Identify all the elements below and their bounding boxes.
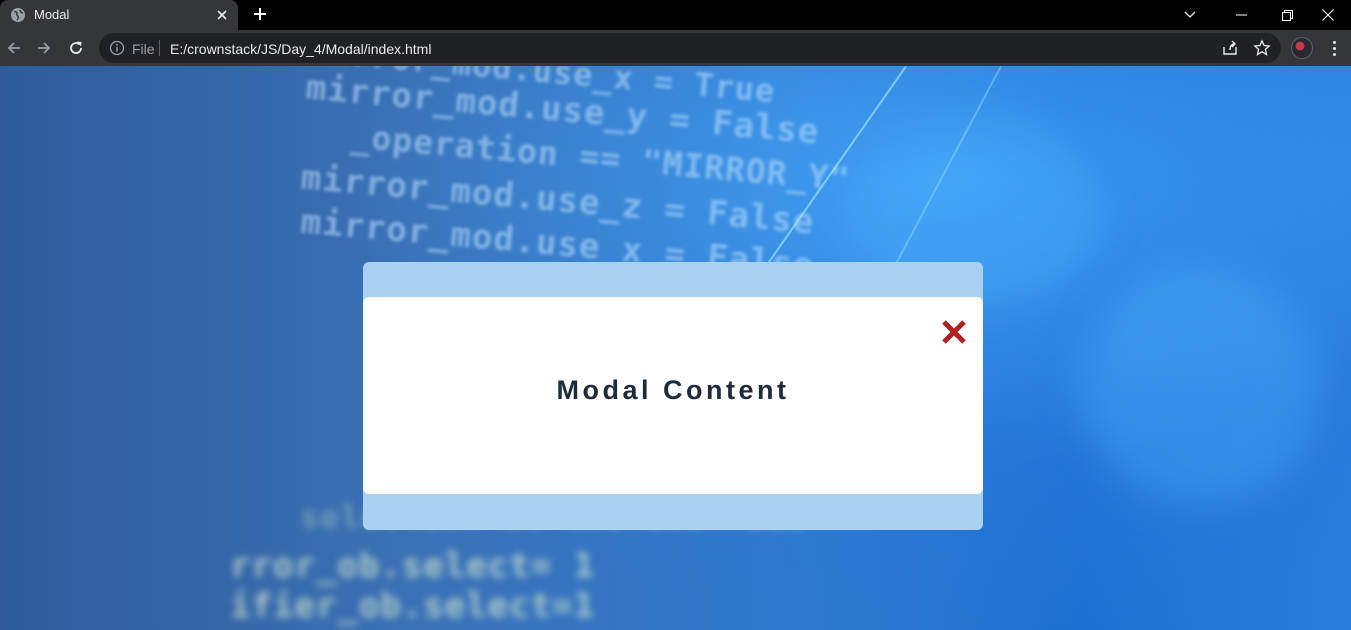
url-divider xyxy=(159,40,160,56)
arrow-right-icon xyxy=(38,42,51,54)
back-button[interactable] xyxy=(1,35,27,61)
share-icon[interactable] xyxy=(1221,39,1239,57)
modal-overlay-frame: Modal Content xyxy=(363,262,983,530)
star-icon[interactable] xyxy=(1253,39,1271,57)
profile-avatar[interactable] xyxy=(1291,37,1313,59)
close-icon[interactable] xyxy=(941,319,967,345)
url-scheme-label: File xyxy=(132,41,155,57)
browser-tab-strip: Modal xyxy=(0,0,1351,30)
background-code-line: rror_ob.select= 1 xyxy=(230,546,595,586)
minimize-button[interactable] xyxy=(1218,0,1264,30)
restore-button[interactable] xyxy=(1264,0,1310,30)
minimize-icon xyxy=(1235,14,1247,16)
background-code-line: ifier_ob.select=1 xyxy=(230,586,595,626)
tab-search-button[interactable] xyxy=(1167,0,1213,30)
info-icon[interactable] xyxy=(109,40,125,56)
close-icon xyxy=(1322,9,1334,21)
menu-dot xyxy=(1332,40,1336,44)
url-text[interactable]: E:/crownstack/JS/Day_4/Modal/index.html xyxy=(170,41,431,57)
tab-title: Modal xyxy=(34,7,70,22)
reload-icon xyxy=(70,41,82,54)
plus-icon xyxy=(254,8,266,20)
arrow-left-icon xyxy=(7,42,20,54)
restore-icon xyxy=(1281,9,1293,21)
close-window-button[interactable] xyxy=(1305,0,1351,30)
browser-menu-button[interactable] xyxy=(1326,37,1342,59)
modal-dialog: Modal Content xyxy=(363,297,983,494)
chevron-down-icon xyxy=(1184,11,1196,18)
tab-close-icon[interactable] xyxy=(213,6,231,24)
background-glow xyxy=(1080,266,1320,506)
globe-icon xyxy=(11,8,25,22)
reload-button[interactable] xyxy=(63,35,89,61)
browser-tab[interactable]: Modal xyxy=(0,0,238,30)
modal-content-text: Modal Content xyxy=(556,375,790,405)
menu-dot xyxy=(1332,46,1336,50)
address-bar[interactable]: File E:/crownstack/JS/Day_4/Modal/index.… xyxy=(99,33,1281,63)
menu-dot xyxy=(1332,52,1336,56)
new-tab-button[interactable] xyxy=(249,3,271,25)
forward-button[interactable] xyxy=(31,35,57,61)
browser-toolbar: File E:/crownstack/JS/Day_4/Modal/index.… xyxy=(0,30,1351,66)
page-viewport: mirror_mod.use_x = True mirror_mod.use_y… xyxy=(0,66,1351,630)
